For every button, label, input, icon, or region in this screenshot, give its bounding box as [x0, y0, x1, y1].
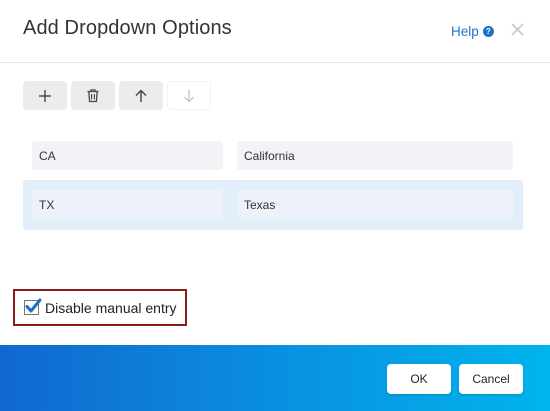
- option-row[interactable]: CA California: [23, 133, 523, 178]
- option-label-input[interactable]: Texas: [237, 190, 513, 219]
- checkmark-icon: [25, 298, 42, 313]
- move-up-button[interactable]: [119, 81, 163, 110]
- option-code-input[interactable]: CA: [32, 141, 223, 170]
- question-circle-icon: ?: [482, 26, 494, 37]
- arrow-down-icon: [184, 89, 194, 102]
- trash-icon: [87, 89, 99, 103]
- disable-manual-entry-control[interactable]: Disable manual entry: [13, 289, 187, 326]
- help-link[interactable]: Help ?: [451, 24, 494, 39]
- options-list: CA California TX Texas: [23, 133, 523, 230]
- option-row-selected[interactable]: TX Texas: [23, 180, 523, 230]
- dialog-footer: OK Cancel: [0, 345, 550, 411]
- arrow-up-icon: [135, 89, 147, 102]
- disable-manual-entry-checkbox[interactable]: [24, 298, 42, 315]
- delete-option-button[interactable]: [71, 81, 115, 110]
- close-button[interactable]: [509, 21, 526, 38]
- header-divider: [0, 62, 550, 63]
- cancel-button[interactable]: Cancel: [459, 364, 523, 394]
- add-option-button[interactable]: [23, 81, 67, 110]
- option-code-input[interactable]: TX: [32, 190, 223, 219]
- ok-button[interactable]: OK: [387, 364, 451, 394]
- options-toolbar: [23, 81, 211, 110]
- disable-manual-entry-label: Disable manual entry: [45, 299, 177, 316]
- dialog-title: Add Dropdown Options: [23, 17, 232, 39]
- plus-icon: [39, 89, 51, 102]
- help-label: Help: [451, 24, 479, 39]
- add-dropdown-options-dialog: Add Dropdown Options Help ? CA Californi…: [0, 0, 550, 411]
- close-x-icon: [511, 23, 524, 36]
- dialog-header: Add Dropdown Options Help ?: [0, 0, 550, 62]
- option-label-input[interactable]: California: [237, 141, 513, 170]
- move-down-button[interactable]: [167, 81, 211, 110]
